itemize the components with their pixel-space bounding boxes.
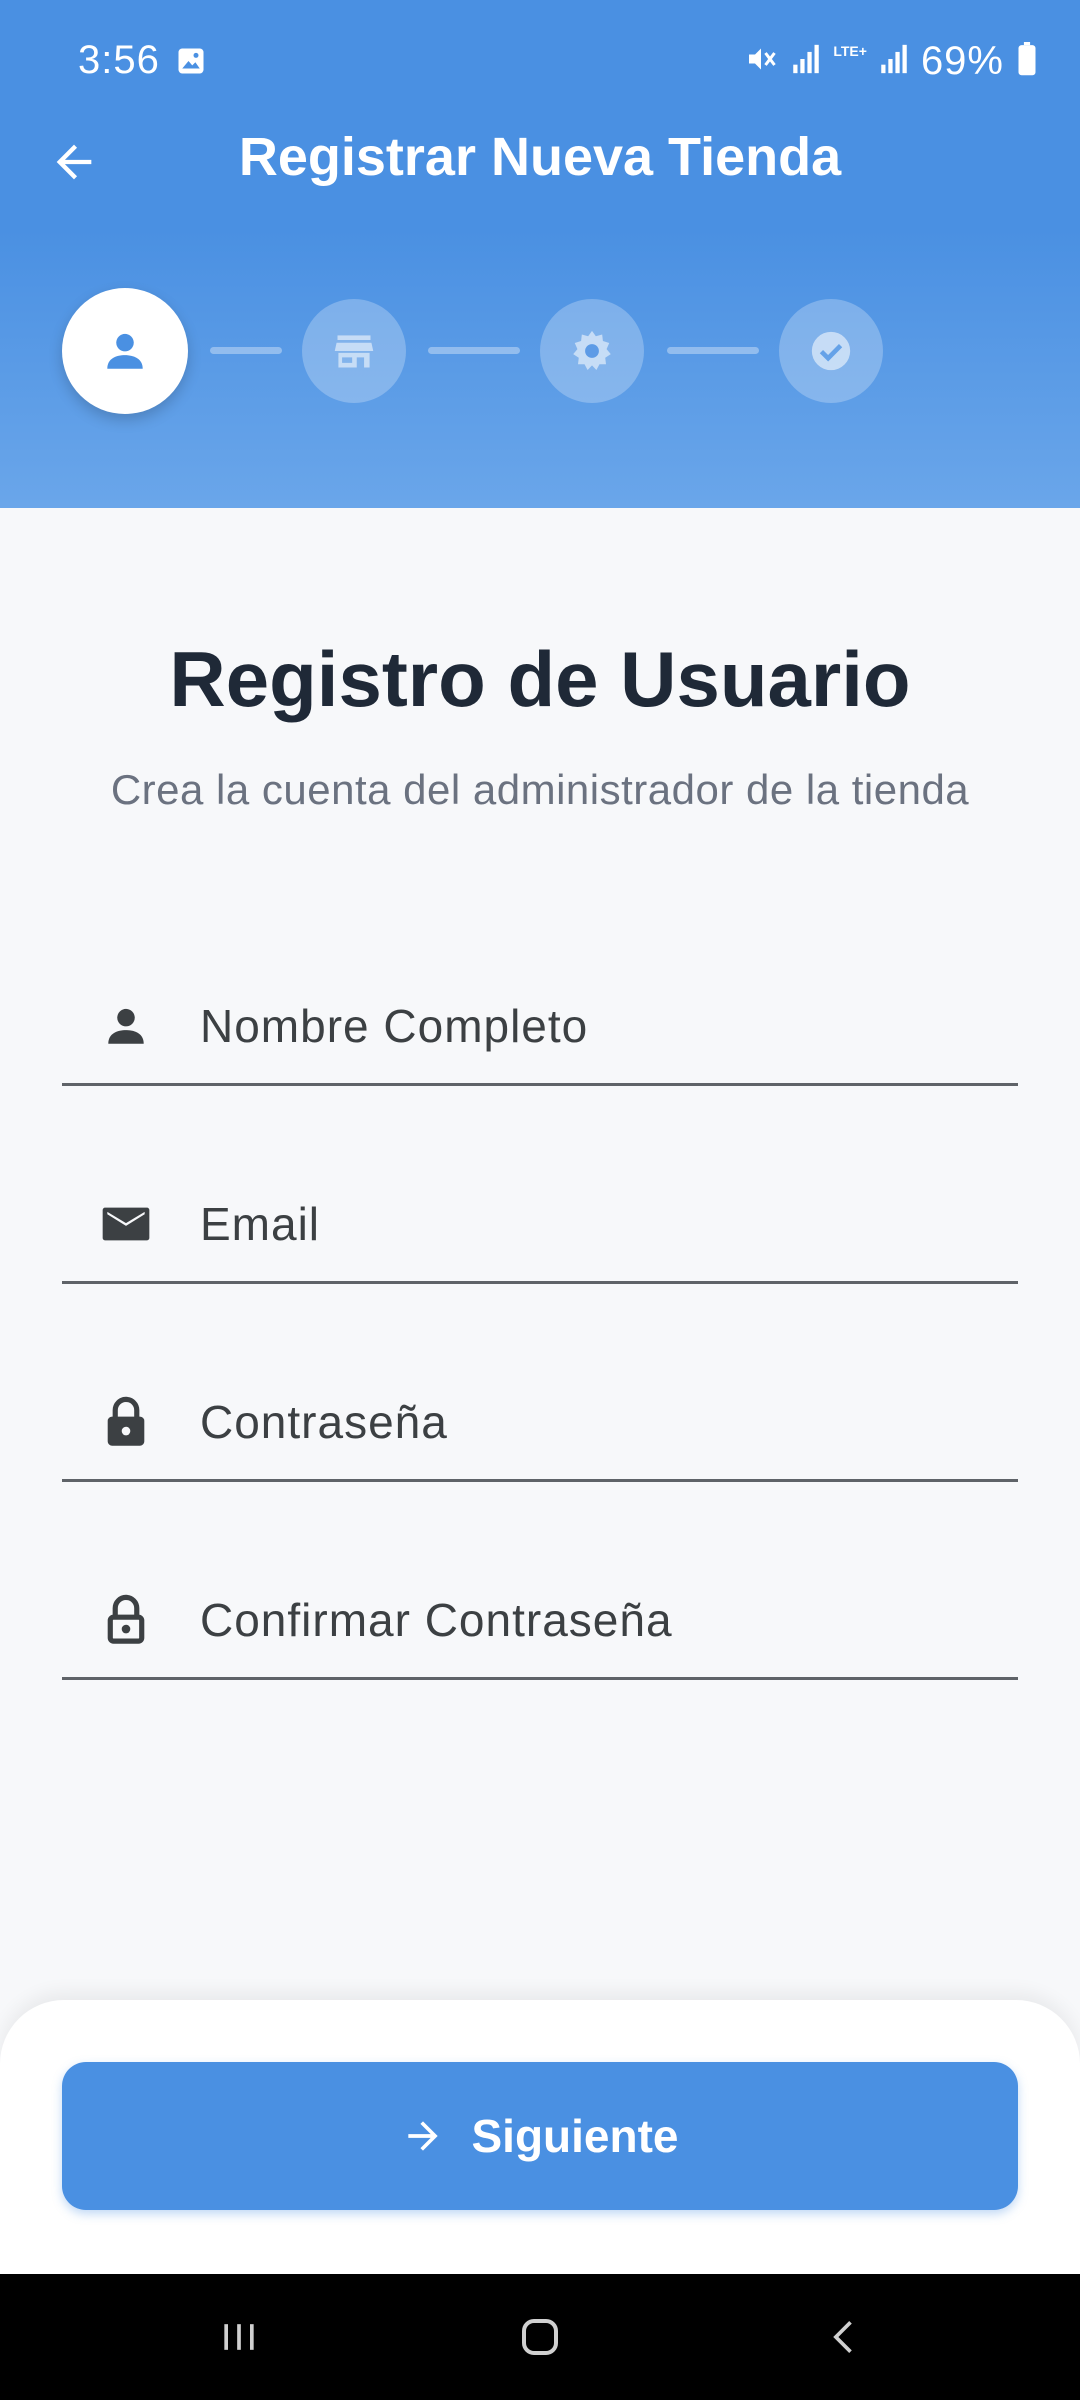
form-title: Registro de Usuario	[169, 635, 911, 723]
stepper	[0, 286, 1080, 416]
system-back-button[interactable]	[810, 2304, 880, 2370]
person-icon	[98, 998, 154, 1054]
password-input[interactable]	[200, 1382, 990, 1462]
confirm-password-input[interactable]	[200, 1580, 990, 1660]
mail-icon	[98, 1196, 154, 1252]
gallery-icon	[176, 46, 206, 76]
full-name-field	[62, 966, 1018, 1086]
mute-icon	[743, 41, 779, 82]
step-connector	[210, 347, 282, 354]
lock-icon	[98, 1394, 154, 1450]
battery-percent: 69%	[920, 38, 1004, 83]
step-connector	[428, 347, 520, 354]
lock-outline-icon	[98, 1592, 154, 1648]
step-settings	[540, 299, 644, 403]
settings-icon	[573, 330, 611, 370]
registration-form: Registro de Usuario Crea la cuenta del a…	[0, 508, 1080, 2000]
status-icons: LTE+ 69%	[743, 36, 1038, 86]
confirm-password-field	[62, 1560, 1018, 1680]
step-store	[302, 299, 406, 403]
header: 3:56 LTE+ 69% Registrar Nueva Tienda	[0, 0, 1080, 508]
recent-apps-button[interactable]	[204, 2304, 274, 2370]
app-bar: Registrar Nueva Tienda	[0, 112, 1080, 208]
status-time: 3:56	[78, 38, 160, 82]
system-navigation-bar	[0, 2274, 1080, 2400]
recent-apps-icon	[224, 2324, 254, 2350]
email-field	[62, 1164, 1018, 1284]
arrow-forward-icon	[408, 2121, 439, 2151]
step-user	[62, 288, 188, 414]
person-icon	[107, 333, 143, 369]
signal-icon	[791, 42, 821, 81]
check-circle-icon	[811, 331, 851, 371]
chevron-left-icon	[833, 2321, 852, 2353]
status-bar: 3:56 LTE+ 69%	[0, 0, 1080, 120]
store-icon	[334, 335, 374, 368]
form-subtitle: Crea la cuenta del administrador de la t…	[110, 766, 970, 813]
page-title-appbar: Registrar Nueva Tienda	[238, 127, 842, 187]
network-type-label: LTE+	[833, 43, 867, 59]
home-button[interactable]	[505, 2304, 575, 2370]
battery-icon	[1016, 41, 1038, 81]
next-button[interactable]: Siguiente	[62, 2062, 1018, 2210]
bottom-action-panel: Siguiente	[0, 2000, 1080, 2274]
password-field	[62, 1362, 1018, 1482]
email-input[interactable]	[200, 1184, 990, 1264]
step-confirm	[779, 299, 883, 403]
full-name-input[interactable]	[200, 986, 990, 1066]
step-connector	[667, 347, 759, 354]
signal-icon-secondary	[879, 42, 909, 81]
home-icon	[522, 2319, 558, 2355]
next-button-label: Siguiente	[471, 2110, 679, 2162]
